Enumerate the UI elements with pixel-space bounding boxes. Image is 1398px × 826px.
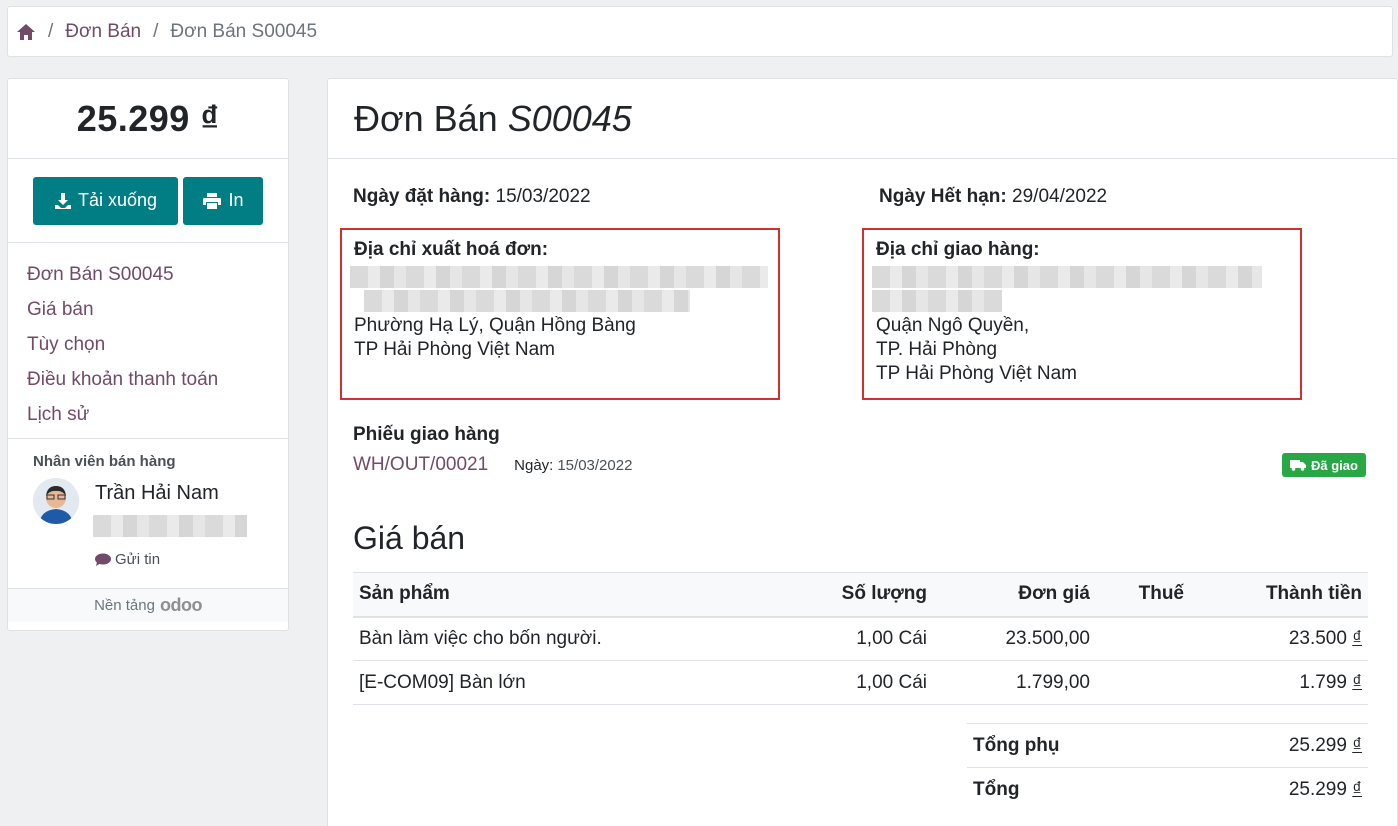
page-title-ref: S00045 bbox=[507, 97, 632, 139]
powered-by-label: Nền tảng bbox=[94, 597, 155, 614]
cell-unit-price: 23.500,00 bbox=[933, 616, 1096, 661]
invoice-address-label: Địa chỉ xuất hoá đơn: bbox=[354, 239, 549, 260]
col-unit-price: Đơn giá bbox=[933, 572, 1096, 618]
breadcrumb-orders-link[interactable]: Đơn Bán bbox=[65, 21, 141, 43]
cell-tax bbox=[1096, 616, 1190, 661]
status-badge: Đã giao bbox=[1282, 453, 1366, 477]
breadcrumb-separator: / bbox=[153, 20, 159, 42]
blurred-address-line bbox=[872, 290, 1002, 312]
odoo-logo[interactable]: odoo bbox=[160, 595, 202, 616]
sidebar-item-history[interactable]: Lịch sử bbox=[27, 397, 288, 432]
salesperson-section: Nhân viên bán hàng Trần Hải Nam Gửi tin bbox=[8, 439, 288, 589]
breadcrumb-separator: / bbox=[48, 20, 54, 42]
download-button[interactable]: Tải xuống bbox=[33, 176, 178, 225]
print-label: In bbox=[228, 190, 244, 210]
download-icon bbox=[54, 192, 71, 209]
delivery-date-label: Ngày: bbox=[514, 457, 554, 474]
delivery-ref-link[interactable]: WH/OUT/00021 bbox=[353, 454, 488, 476]
shipping-address-line: TP Hải Phòng Việt Nam bbox=[876, 363, 1078, 384]
cell-quantity: 1,00 Cái bbox=[813, 616, 933, 661]
cell-subtotal: 23.500 ₫ bbox=[1190, 616, 1368, 661]
order-date-label: Ngày đặt hàng: bbox=[353, 186, 491, 207]
blurred-contact bbox=[93, 515, 247, 537]
cell-subtotal: 1.799 ₫ bbox=[1190, 660, 1368, 705]
breadcrumb: / Đơn Bán / Đơn Bán S00045 bbox=[7, 6, 1393, 57]
subtotal-label: Tổng phụ bbox=[973, 734, 1060, 756]
order-amount: 25.299 ₫ bbox=[8, 79, 288, 159]
expiry-date-field: Ngày Hết hạn: 29/04/2022 bbox=[879, 186, 1107, 208]
cell-quantity: 1,00 Cái bbox=[813, 660, 933, 705]
status-badge-label: Đã giao bbox=[1311, 457, 1358, 473]
sidebar-item-pricing[interactable]: Giá bán bbox=[27, 292, 288, 327]
print-icon bbox=[203, 192, 222, 209]
shipping-address-box: Địa chỉ giao hàng: Quận Ngô Quyền, TP. H… bbox=[862, 228, 1302, 400]
delivery-date-value: 15/03/2022 bbox=[557, 457, 633, 474]
invoice-address-line: Phường Hạ Lý, Quận Hồng Bàng bbox=[354, 315, 636, 336]
subtotal-value: 25.299 ₫ bbox=[1288, 734, 1362, 756]
avatar bbox=[33, 478, 79, 524]
table-header-row: Sản phẩm Số lượng Đơn giá Thuế Thành tiề… bbox=[353, 572, 1368, 618]
expiry-date-label: Ngày Hết hạn: bbox=[879, 186, 1007, 207]
salesperson-name: Trần Hải Nam bbox=[95, 482, 219, 504]
sidebar-item-payment-terms[interactable]: Điều khoản thanh toán bbox=[27, 362, 288, 397]
delivery-title: Phiếu giao hàng bbox=[353, 424, 500, 445]
cell-tax bbox=[1096, 660, 1190, 705]
truck-icon bbox=[1290, 460, 1306, 471]
blurred-address-line bbox=[364, 290, 690, 312]
home-icon[interactable] bbox=[16, 23, 36, 41]
pricing-title: Giá bán bbox=[353, 520, 466, 556]
cell-product: Bàn làm việc cho bốn người. bbox=[353, 616, 813, 661]
sidebar-nav: Đơn Bán S00045 Giá bán Tùy chọn Điều kho… bbox=[8, 243, 288, 439]
table-row: Bàn làm việc cho bốn người. 1,00 Cái 23.… bbox=[353, 616, 1368, 661]
page-title: Đơn Bán S00045 bbox=[328, 79, 1397, 159]
sidebar-item-options[interactable]: Tùy chọn bbox=[27, 327, 288, 362]
table-row: [E-COM09] Bàn lớn 1,00 Cái 1.799,00 1.79… bbox=[353, 660, 1368, 705]
order-date-field: Ngày đặt hàng: 15/03/2022 bbox=[353, 186, 591, 208]
breadcrumb-current: Đơn Bán S00045 bbox=[170, 20, 318, 42]
shipping-address-label: Địa chỉ giao hàng: bbox=[876, 239, 1040, 260]
download-label: Tải xuống bbox=[77, 190, 158, 210]
comment-icon bbox=[95, 553, 111, 566]
shipping-address-line: Quận Ngô Quyền, bbox=[876, 315, 1030, 336]
action-buttons: Tải xuống In bbox=[8, 159, 288, 243]
powered-by: Nền tảng odoo bbox=[8, 589, 288, 622]
total-value: 25.299 ₫ bbox=[1288, 778, 1362, 800]
send-message-link[interactable]: Gửi tin bbox=[95, 551, 247, 568]
delivery-row: WH/OUT/00021 Ngày: 15/03/2022 bbox=[353, 454, 632, 476]
total-label: Tổng bbox=[973, 778, 1020, 800]
blurred-address-line bbox=[350, 266, 768, 288]
cell-product: [E-COM09] Bàn lớn bbox=[353, 660, 813, 705]
blurred-address-line bbox=[872, 266, 1262, 288]
page-title-prefix: Đơn Bán bbox=[354, 97, 498, 139]
col-quantity: Số lượng bbox=[813, 572, 933, 618]
col-product: Sản phẩm bbox=[353, 572, 813, 618]
invoice-address-line: TP Hải Phòng Việt Nam bbox=[354, 339, 556, 360]
col-tax: Thuế bbox=[1096, 572, 1190, 618]
expiry-date-value: 29/04/2022 bbox=[1012, 186, 1108, 207]
sidebar-item-order[interactable]: Đơn Bán S00045 bbox=[27, 257, 288, 292]
sidebar: 25.299 ₫ Tải xuống In Đơn Bán S00045 Giá… bbox=[7, 78, 289, 631]
send-message-label: Gửi tin bbox=[115, 551, 161, 568]
totals-section: Tổng phụ 25.299 ₫ Tổng 25.299 ₫ bbox=[967, 723, 1368, 811]
subtotal-row: Tổng phụ 25.299 ₫ bbox=[967, 723, 1368, 767]
total-row: Tổng 25.299 ₫ bbox=[967, 767, 1368, 811]
cell-unit-price: 1.799,00 bbox=[933, 660, 1096, 705]
col-subtotal: Thành tiền bbox=[1190, 572, 1368, 618]
print-button[interactable]: In bbox=[183, 176, 263, 225]
order-date-value: 15/03/2022 bbox=[495, 186, 591, 207]
order-lines-table: Sản phẩm Số lượng Đơn giá Thuế Thành tiề… bbox=[353, 572, 1368, 705]
shipping-address-line: TP. Hải Phòng bbox=[876, 339, 998, 360]
invoice-address-box: Địa chỉ xuất hoá đơn: Phường Hạ Lý, Quận… bbox=[340, 228, 780, 400]
salesperson-label: Nhân viên bán hàng bbox=[33, 453, 176, 470]
